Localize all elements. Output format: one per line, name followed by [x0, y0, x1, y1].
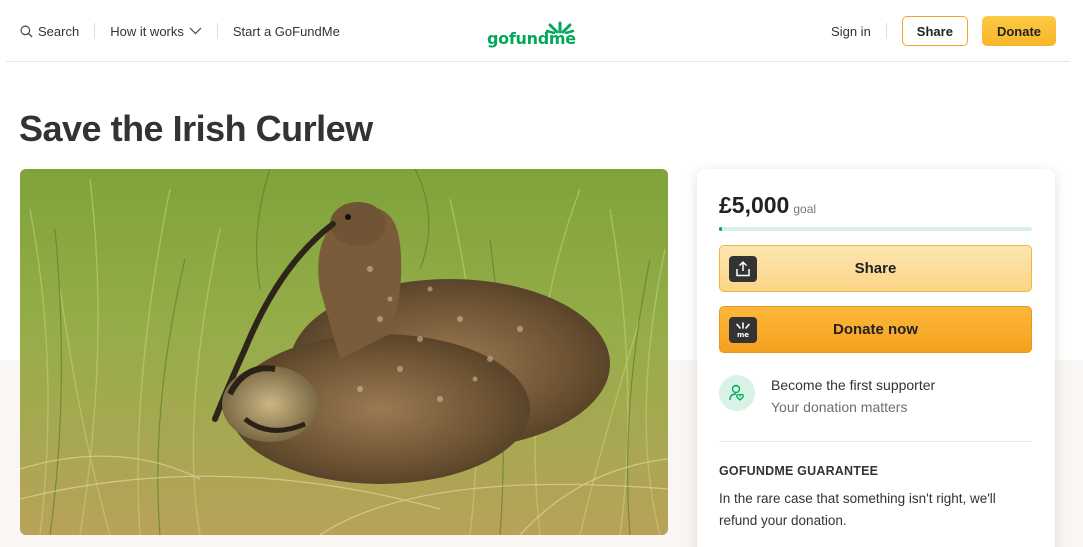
start-gofundme-label: Start a GoFundMe	[232, 23, 340, 39]
nav-left-group: Search How it works Start a GoFundMe	[20, 0, 340, 62]
campaign-title: Save the Irish Curlew	[19, 108, 373, 149]
donate-button-header[interactable]: Donate	[981, 16, 1056, 46]
nav-divider	[216, 23, 218, 39]
supporter-subtitle: Your donation matters	[771, 399, 908, 415]
curlew-bird-photo-icon	[20, 169, 668, 535]
svg-text:me: me	[737, 331, 749, 338]
donate-now-label: Donate now	[833, 321, 918, 338]
how-it-works-label: How it works	[110, 23, 184, 39]
donation-card: £5,000 goal Share me Donate now Become t…	[697, 169, 1055, 547]
goal-row: £5,000 goal	[719, 192, 816, 219]
share-button-label: Share	[854, 260, 897, 277]
nav-right-group: Sign in Share Donate	[831, 0, 1056, 62]
search-icon	[20, 25, 33, 37]
nav-divider	[885, 23, 887, 39]
logo-sprout-icon	[545, 21, 575, 34]
progress-fill	[719, 227, 723, 231]
guarantee-text: In the rare case that something isn't ri…	[719, 491, 996, 528]
supporter-text: Become the first supporter Your donation…	[771, 374, 935, 418]
gofundme-logo[interactable]: gofundme	[487, 18, 587, 48]
share-button-header[interactable]: Share	[901, 16, 968, 46]
nav-divider	[94, 23, 96, 39]
how-it-works-menu[interactable]: How it works	[110, 24, 202, 39]
campaign-photo[interactable]	[20, 169, 668, 535]
top-navigation-bar: Search How it works Start a GoFundMe gof…	[6, 0, 1070, 62]
goal-label: goal	[793, 202, 817, 216]
share-button[interactable]: Share	[719, 245, 1032, 292]
guarantee-title: GOFUNDME GUARANTEE	[719, 464, 879, 478]
card-divider	[719, 441, 1032, 442]
supporter-heart-icon	[719, 375, 755, 411]
supporter-title: Become the first supporter	[771, 377, 936, 393]
start-gofundme-link[interactable]: Start a GoFundMe	[233, 24, 340, 39]
goal-amount: £5,000	[719, 192, 790, 218]
gofundme-me-icon: me	[729, 317, 757, 343]
first-supporter-row: Become the first supporter Your donation…	[719, 374, 935, 418]
share-icon	[729, 256, 757, 282]
search-label: Search	[38, 23, 80, 39]
chevron-down-icon	[189, 27, 202, 35]
progress-bar	[719, 227, 1032, 231]
sign-in-link[interactable]: Sign in	[831, 24, 871, 39]
search-link[interactable]: Search	[20, 24, 79, 39]
donate-now-button[interactable]: me Donate now	[719, 306, 1032, 353]
